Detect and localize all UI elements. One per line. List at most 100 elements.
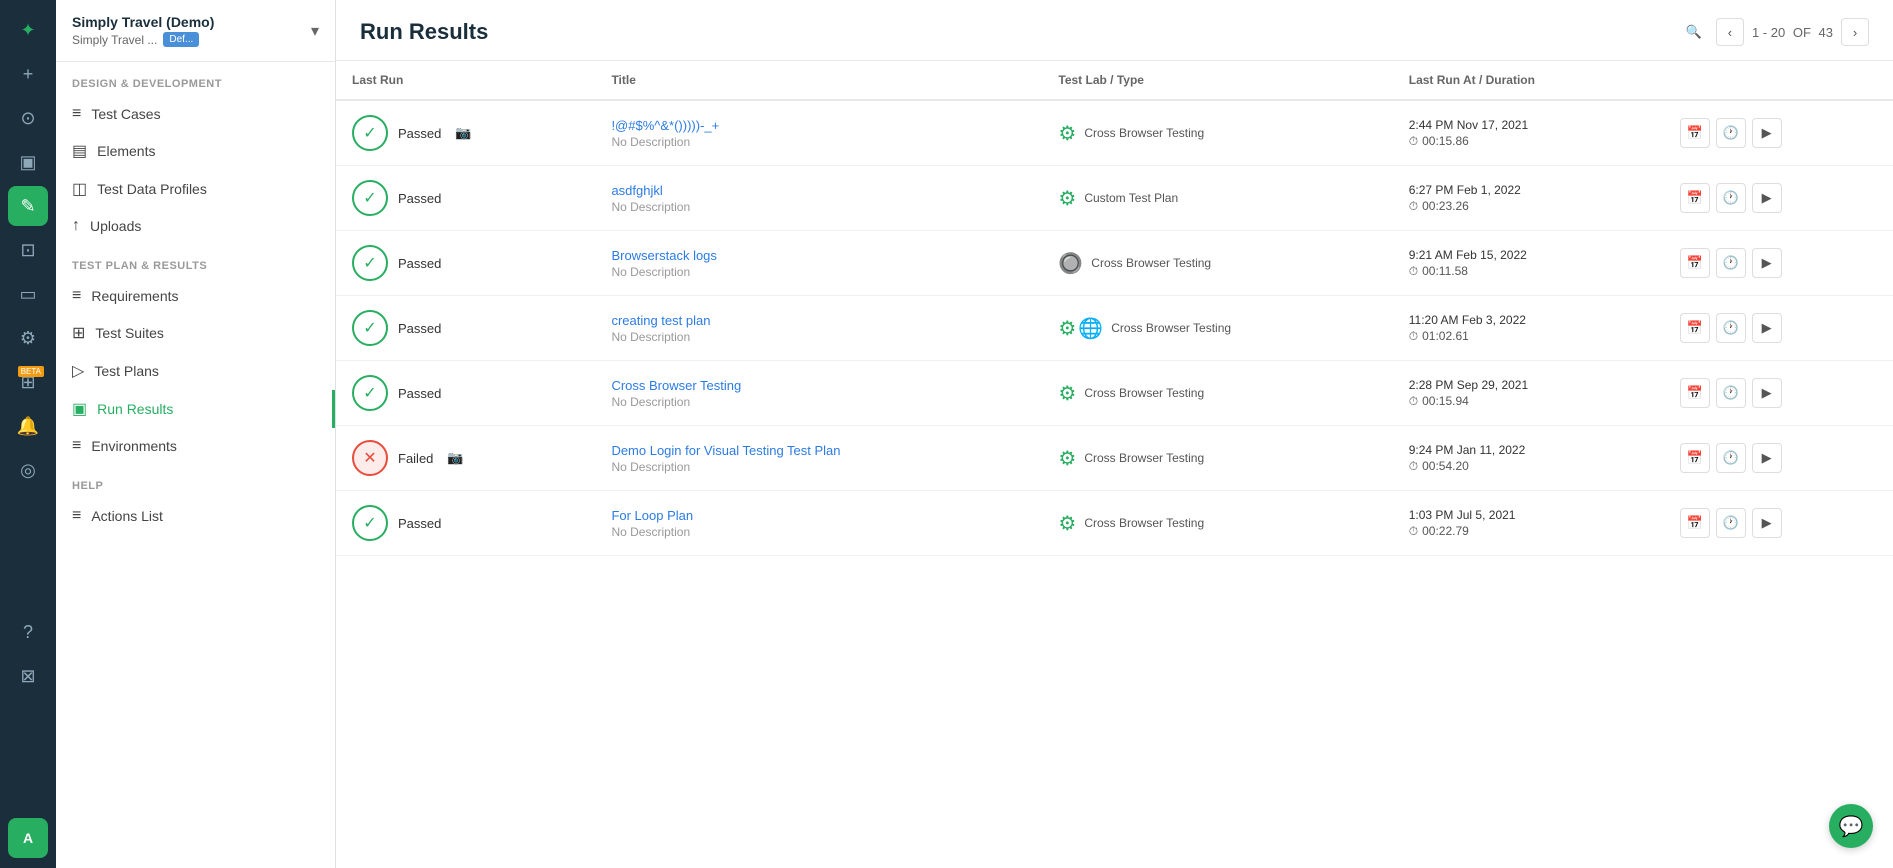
run-results-icon: ▣ <box>72 399 87 419</box>
calendar-button[interactable]: 📅 <box>1680 378 1710 408</box>
run-duration: ⏱00:23.26 <box>1409 199 1648 214</box>
sidebar-item-test-cases[interactable]: ≡ Test Cases <box>56 96 335 132</box>
row-actions-cell: 📅 🕐 ▶ <box>1664 166 1893 231</box>
chevron-down-icon[interactable]: ▾ <box>311 21 319 41</box>
col-title: Title <box>595 61 1042 100</box>
gear-icon: ⚙ <box>1058 381 1076 406</box>
table-row: ✓Passed📷!@#$%^&*()))))-_+No Description⚙… <box>336 100 1893 166</box>
clock-button[interactable]: 🕐 <box>1716 248 1746 278</box>
results-table-container: Last Run Title Test Lab / Type Last Run … <box>336 61 1893 868</box>
lab-cell: ⚙🌐Cross Browser Testing <box>1042 296 1392 361</box>
calendar-button[interactable]: 📅 <box>1680 248 1710 278</box>
run-title[interactable]: creating test plan <box>611 313 1026 328</box>
sidebar-item-environments[interactable]: ≡ Environments <box>56 428 335 464</box>
gear-icon: ⚙ <box>1058 186 1076 211</box>
clock-button[interactable]: 🕐 <box>1716 443 1746 473</box>
time-cell: 2:44 PM Nov 17, 2021⏱00:15.86 <box>1393 100 1664 166</box>
gear-icon: ⚙ <box>1058 316 1076 341</box>
sidebar-item-test-plans[interactable]: ▷ Test Plans <box>56 352 335 390</box>
status-circle-icon: ✓ <box>352 245 388 281</box>
lab-name: Cross Browser Testing <box>1084 516 1204 530</box>
clock-button[interactable]: 🕐 <box>1716 508 1746 538</box>
sidebar-item-requirements[interactable]: ≡ Requirements <box>56 278 335 314</box>
status-label: Passed <box>398 321 441 336</box>
sidebar-item-uploads[interactable]: ↑ Uploads <box>56 208 335 244</box>
edit-icon[interactable]: ✎ <box>8 186 48 226</box>
run-duration: ⏱01:02.61 <box>1409 329 1648 344</box>
bell-icon[interactable]: 🔔 <box>8 406 48 446</box>
clock-button[interactable]: 🕐 <box>1716 183 1746 213</box>
run-duration: ⏱00:54.20 <box>1409 459 1648 474</box>
calendar-button[interactable]: 📅 <box>1680 183 1710 213</box>
time-cell: 2:28 PM Sep 29, 2021⏱00:15.94 <box>1393 361 1664 426</box>
status-label: Passed <box>398 516 441 531</box>
test-data-profiles-icon: ◫ <box>72 179 87 199</box>
run-time: 9:21 AM Feb 15, 2022 <box>1409 248 1648 262</box>
clock-button[interactable]: 🕐 <box>1716 313 1746 343</box>
status-label: Passed <box>398 191 441 206</box>
run-title[interactable]: Cross Browser Testing <box>611 378 1026 393</box>
run-title[interactable]: asdfghjkl <box>611 183 1026 198</box>
lab-cell: ⚙Cross Browser Testing <box>1042 100 1392 166</box>
settings-icon[interactable]: ⚙ <box>8 318 48 358</box>
camera-icon[interactable]: 📷 <box>447 450 463 466</box>
clock-button[interactable]: 🕐 <box>1716 118 1746 148</box>
logo-icon[interactable]: ✦ <box>8 10 48 50</box>
run-desc: No Description <box>611 200 1026 214</box>
run-title[interactable]: Demo Login for Visual Testing Test Plan <box>611 443 1026 458</box>
sidebar-item-elements[interactable]: ▤ Elements <box>56 132 335 170</box>
puzzle-icon[interactable]: ⊞BETA <box>8 362 48 402</box>
chat-button[interactable]: 💬 <box>1829 804 1873 848</box>
requirements-icon: ≡ <box>72 287 81 305</box>
status-label: Passed <box>398 256 441 271</box>
icon-bar: ✦ + ⊙ ▣ ✎ ⊡ ▭ ⚙ ⊞BETA 🔔 ◎ ? ⊠ A <box>0 0 56 868</box>
briefcase-icon[interactable]: ⊡ <box>8 230 48 270</box>
play-button[interactable]: ▶ <box>1752 508 1782 538</box>
monitor-icon[interactable]: ▣ <box>8 142 48 182</box>
calendar-button[interactable]: 📅 <box>1680 443 1710 473</box>
help-icon[interactable]: ? <box>8 612 48 652</box>
next-page-button[interactable]: › <box>1841 18 1869 46</box>
play-button[interactable]: ▶ <box>1752 313 1782 343</box>
time-cell: 9:21 AM Feb 15, 2022⏱00:11.58 <box>1393 231 1664 296</box>
chart-icon[interactable]: ◎ <box>8 450 48 490</box>
table-row: ✓PassedFor Loop PlanNo Description⚙Cross… <box>336 491 1893 556</box>
sidebar-item-actions-list[interactable]: ≡ Actions List <box>56 498 335 534</box>
sidebar-item-test-data-profiles[interactable]: ◫ Test Data Profiles <box>56 170 335 208</box>
play-button[interactable]: ▶ <box>1752 183 1782 213</box>
run-time: 6:27 PM Feb 1, 2022 <box>1409 183 1648 197</box>
sidebar-item-test-suites[interactable]: ⊞ Test Suites <box>56 314 335 352</box>
table-row: ✓PassedCross Browser TestingNo Descripti… <box>336 361 1893 426</box>
play-button[interactable]: ▶ <box>1752 118 1782 148</box>
dashboard-icon[interactable]: ⊙ <box>8 98 48 138</box>
gift-icon[interactable]: ⊠ <box>8 656 48 696</box>
title-cell: For Loop PlanNo Description <box>595 491 1042 556</box>
run-title[interactable]: !@#$%^&*()))))-_+ <box>611 118 1026 133</box>
play-button[interactable]: ▶ <box>1752 248 1782 278</box>
col-last-run: Last Run <box>336 61 595 100</box>
sidebar-item-run-results[interactable]: ▣ Run Results <box>56 390 335 428</box>
calendar-button[interactable]: 📅 <box>1680 118 1710 148</box>
search-button[interactable]: 🔍 <box>1680 18 1708 46</box>
avatar-icon[interactable]: A <box>8 818 48 858</box>
app-name: Simply Travel (Demo) <box>72 14 214 30</box>
run-title[interactable]: For Loop Plan <box>611 508 1026 523</box>
desktop-icon[interactable]: ▭ <box>8 274 48 314</box>
run-title[interactable]: Browserstack logs <box>611 248 1026 263</box>
play-button[interactable]: ▶ <box>1752 378 1782 408</box>
play-button[interactable]: ▶ <box>1752 443 1782 473</box>
calendar-button[interactable]: 📅 <box>1680 313 1710 343</box>
status-cell: ✓Passed <box>336 166 595 231</box>
status-label: Passed <box>398 126 441 141</box>
run-time: 2:44 PM Nov 17, 2021 <box>1409 118 1648 132</box>
run-desc: No Description <box>611 460 1026 474</box>
section-plan-label: TEST PLAN & RESULTS <box>56 244 335 278</box>
camera-icon[interactable]: 📷 <box>455 125 471 141</box>
plus-icon[interactable]: + <box>8 54 48 94</box>
prev-page-button[interactable]: ‹ <box>1716 18 1744 46</box>
sidebar-label-test-suites: Test Suites <box>95 325 163 341</box>
row-actions-cell: 📅 🕐 ▶ <box>1664 426 1893 491</box>
clock-button[interactable]: 🕐 <box>1716 378 1746 408</box>
calendar-button[interactable]: 📅 <box>1680 508 1710 538</box>
sidebar-label-actions-list: Actions List <box>91 508 163 524</box>
